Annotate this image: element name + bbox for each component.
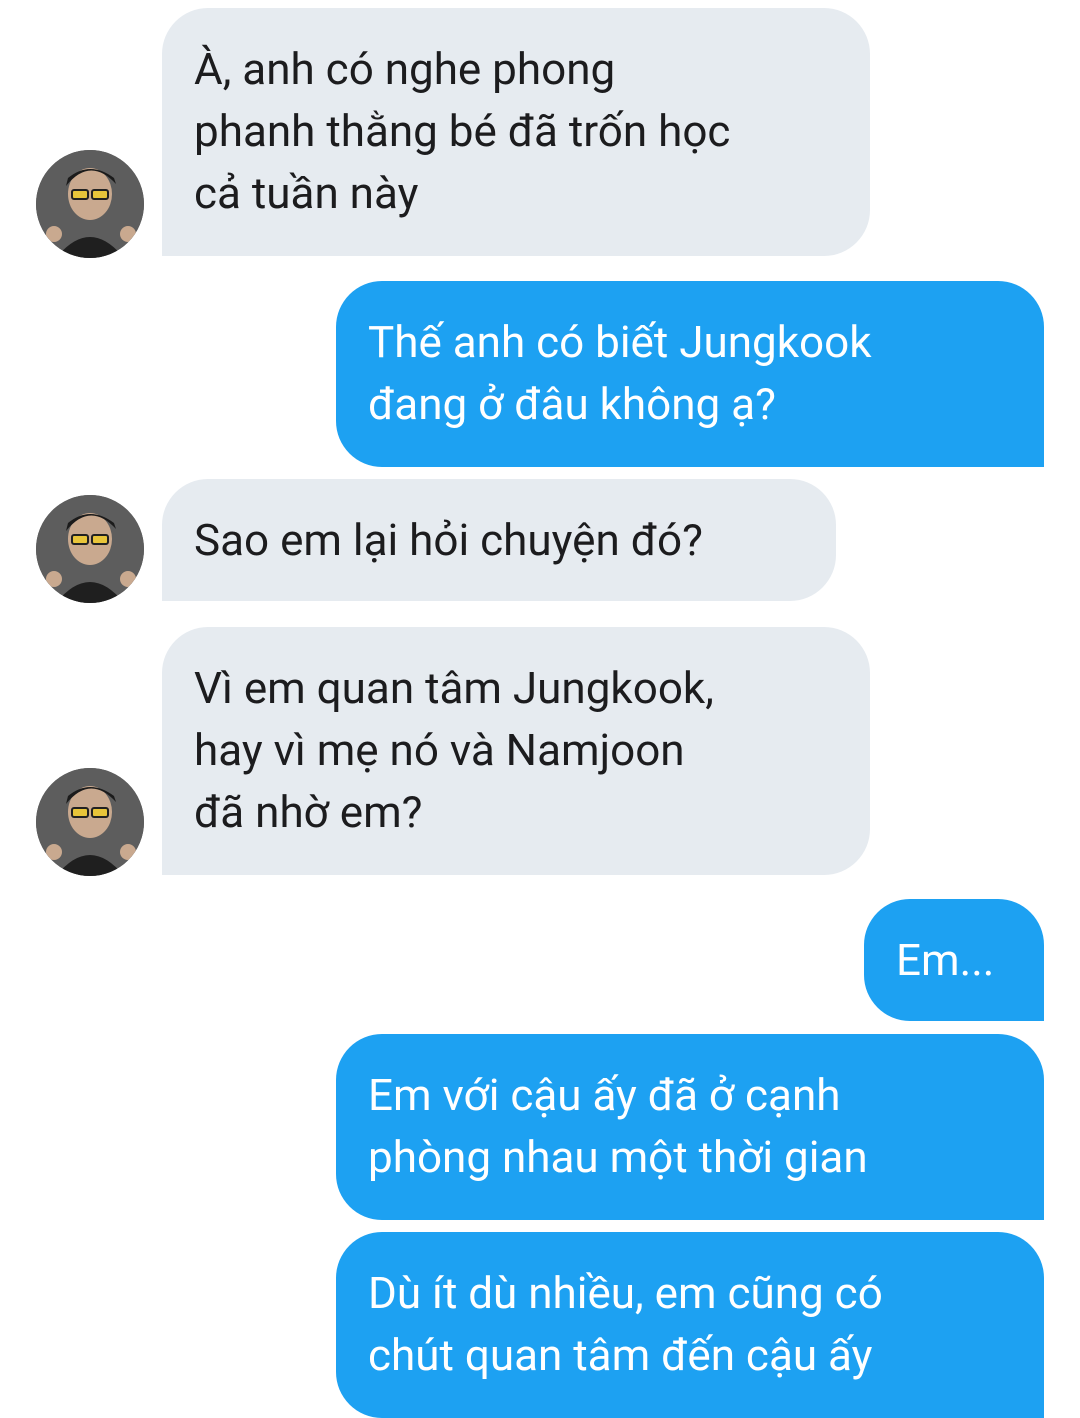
outgoing-message[interactable]: Em với cậu ấy đã ở cạnh phòng nhau một t… <box>336 1034 1044 1220</box>
avatar[interactable] <box>36 768 144 876</box>
avatar[interactable] <box>36 495 144 603</box>
outgoing-message[interactable]: Thế anh có biết Jungkook đang ở đâu khôn… <box>336 281 1044 467</box>
avatar-photo-icon <box>36 150 144 258</box>
incoming-message[interactable]: À, anh có nghe phong phanh thằng bé đã t… <box>162 8 870 256</box>
incoming-message[interactable]: Vì em quan tâm Jungkook, hay vì mẹ nó và… <box>162 627 870 875</box>
incoming-message[interactable]: Sao em lại hỏi chuyện đó? <box>162 479 836 601</box>
outgoing-message[interactable]: Em... <box>864 899 1044 1021</box>
avatar-photo-icon <box>36 768 144 876</box>
outgoing-message[interactable]: Dù ít dù nhiều, em cũng có chút quan tâm… <box>336 1232 1044 1418</box>
avatar-photo-icon <box>36 495 144 603</box>
avatar[interactable] <box>36 150 144 258</box>
